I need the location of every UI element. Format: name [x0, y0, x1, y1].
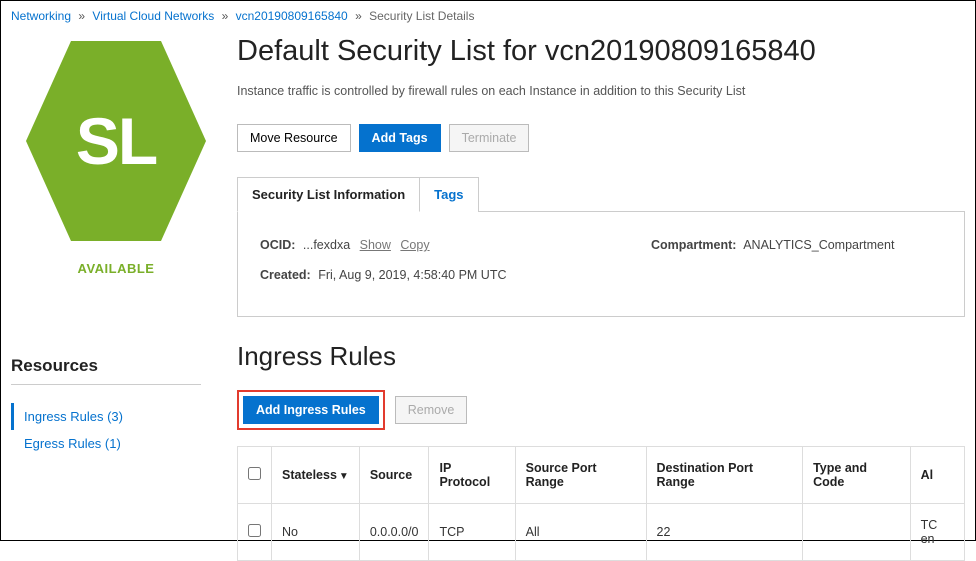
add-ingress-rules-button[interactable]: Add Ingress Rules [243, 396, 379, 424]
sort-desc-icon: ▼ [339, 471, 349, 482]
hexagon-icon: SL [26, 41, 206, 241]
table-row[interactable]: No 0.0.0.0/0 TCP All 22 TC en [238, 504, 965, 561]
col-stateless[interactable]: Stateless▼ [272, 447, 360, 504]
cell-stateless: No [272, 504, 360, 561]
compartment-value: ANALYTICS_Compartment [743, 238, 894, 252]
ocid-label: OCID: [260, 238, 295, 252]
table-header-row: Stateless▼ Source IP Protocol Source Por… [238, 447, 965, 504]
breadcrumb: Networking » Virtual Cloud Networks » vc… [1, 1, 975, 31]
resources-heading: Resources [11, 356, 201, 385]
resource-avatar: SL AVAILABLE [11, 41, 221, 276]
cell-type-code [803, 504, 911, 561]
add-tags-button[interactable]: Add Tags [359, 124, 441, 152]
row-checkbox[interactable] [248, 524, 261, 537]
col-source[interactable]: Source [359, 447, 429, 504]
cell-allows: TC en [910, 504, 964, 561]
select-all-checkbox[interactable] [248, 467, 261, 480]
cell-source: 0.0.0.0/0 [359, 504, 429, 561]
ocid-value: ...fexdxa [303, 238, 350, 252]
ingress-rules-heading: Ingress Rules [237, 341, 965, 372]
created-value: Fri, Aug 9, 2019, 4:58:40 PM UTC [318, 268, 506, 282]
col-allows[interactable]: Al [910, 447, 964, 504]
tab-security-list-info[interactable]: Security List Information [237, 177, 420, 212]
tab-tags[interactable]: Tags [420, 177, 478, 212]
ingress-rules-table: Stateless▼ Source IP Protocol Source Por… [237, 446, 965, 561]
col-dest-port[interactable]: Destination Port Range [646, 447, 803, 504]
col-ip-protocol[interactable]: IP Protocol [429, 447, 515, 504]
resource-code: SL [76, 103, 156, 179]
breadcrumb-link-networking[interactable]: Networking [11, 9, 71, 23]
ocid-show-link[interactable]: Show [360, 238, 391, 252]
tabs: Security List Information Tags [237, 176, 965, 212]
breadcrumb-sep: » [355, 9, 362, 23]
cell-ip-protocol: TCP [429, 504, 515, 561]
created-label: Created: [260, 268, 311, 282]
breadcrumb-sep: » [222, 9, 229, 23]
remove-button[interactable]: Remove [395, 396, 468, 424]
info-panel: OCID: ...fexdxa Show Copy Created: Fri, … [237, 212, 965, 317]
action-buttons: Move Resource Add Tags Terminate [237, 124, 965, 152]
highlight-add-ingress: Add Ingress Rules [237, 390, 385, 430]
breadcrumb-link-vcns[interactable]: Virtual Cloud Networks [92, 9, 214, 23]
page-subtitle: Instance traffic is controlled by firewa… [237, 84, 965, 98]
cell-dest-port: 22 [646, 504, 803, 561]
col-source-port[interactable]: Source Port Range [515, 447, 646, 504]
breadcrumb-current: Security List Details [369, 9, 474, 23]
sidebar-item-ingress-rules[interactable]: Ingress Rules (3) [11, 403, 221, 430]
terminate-button[interactable]: Terminate [449, 124, 530, 152]
cell-source-port: All [515, 504, 646, 561]
breadcrumb-link-vcn-detail[interactable]: vcn20190809165840 [236, 9, 348, 23]
compartment-label: Compartment: [651, 238, 736, 252]
col-type-code[interactable]: Type and Code [803, 447, 911, 504]
sidebar-item-egress-rules[interactable]: Egress Rules (1) [11, 430, 221, 457]
status-badge: AVAILABLE [78, 261, 155, 276]
ingress-actions: Add Ingress Rules Remove [237, 390, 965, 430]
page-title: Default Security List for vcn20190809165… [237, 35, 965, 68]
resources-list: Ingress Rules (3) Egress Rules (1) [11, 403, 221, 457]
move-resource-button[interactable]: Move Resource [237, 124, 351, 152]
ocid-copy-link[interactable]: Copy [400, 238, 429, 252]
breadcrumb-sep: » [78, 9, 85, 23]
